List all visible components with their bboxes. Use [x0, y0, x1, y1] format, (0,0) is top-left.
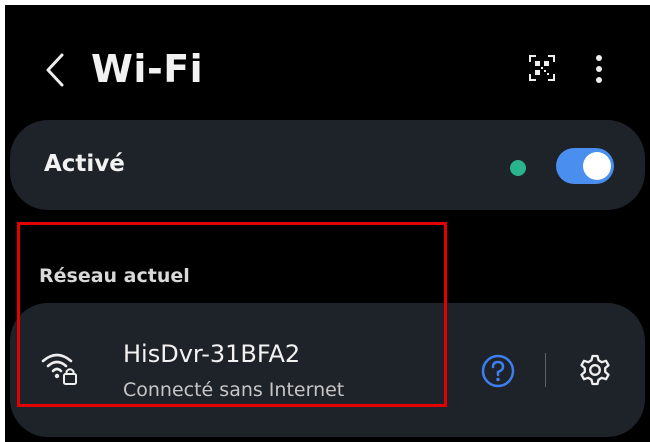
qr-code-scan-icon — [529, 55, 555, 81]
wifi-settings-screen: Wi-Fi Activé Réseau actuel HisDvr-31BFA2… — [5, 5, 650, 442]
page-title: Wi-Fi — [91, 47, 204, 91]
network-settings-button[interactable] — [576, 351, 614, 389]
wifi-switch[interactable] — [556, 148, 614, 184]
chevron-left-icon — [46, 53, 64, 87]
wifi-toggle-label: Activé — [44, 151, 125, 177]
help-circle-icon — [481, 354, 515, 388]
network-status: Connecté sans Internet — [123, 379, 345, 401]
more-options-button[interactable] — [586, 49, 612, 89]
help-button[interactable] — [478, 351, 518, 391]
network-name: HisDvr-31BFA2 — [123, 340, 301, 368]
connection-status-dot — [510, 160, 526, 176]
back-button[interactable] — [35, 45, 75, 95]
qr-scan-button[interactable] — [525, 51, 559, 85]
switch-knob — [583, 152, 611, 180]
current-network-item[interactable]: HisDvr-31BFA2 Connecté sans Internet — [10, 303, 645, 437]
wifi-locked-icon — [41, 353, 77, 385]
divider — [545, 353, 546, 387]
gear-icon — [580, 354, 610, 386]
more-vertical-icon — [596, 55, 602, 83]
wifi-toggle-card[interactable]: Activé — [10, 120, 645, 210]
current-network-section-label: Réseau actuel — [39, 265, 190, 287]
header: Wi-Fi — [5, 5, 650, 115]
